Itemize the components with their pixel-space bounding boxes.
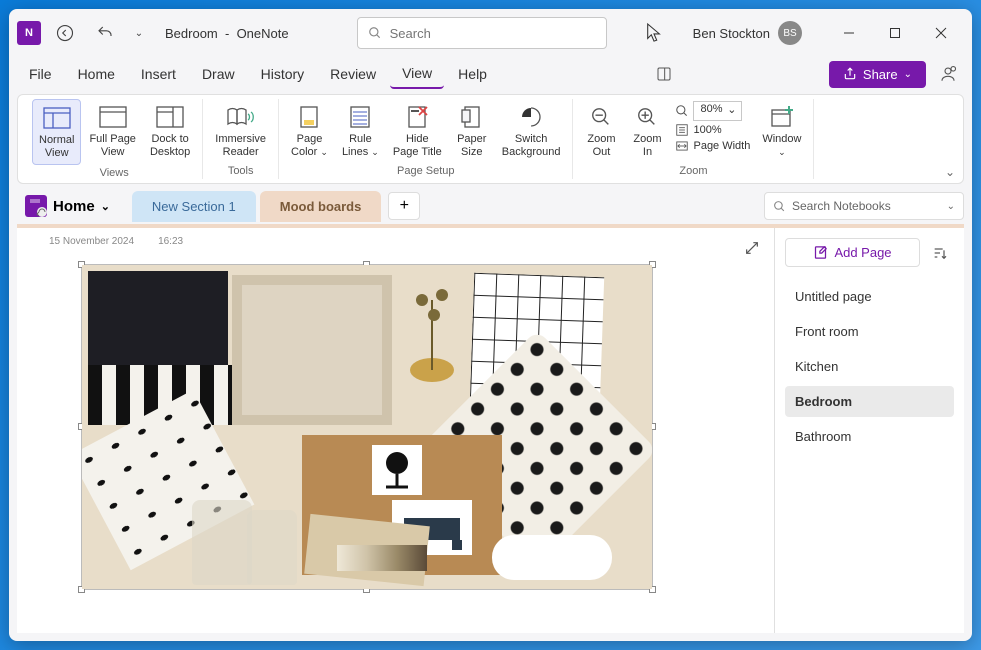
menu-file[interactable]: File [17,60,64,88]
app-window: N ⌄ Bedroom - OneNote Ben Stockton BS [9,9,972,641]
ribbon-group-views: Normal View Full Page View Dock to Deskt… [26,99,203,179]
undo-icon [96,24,114,42]
ribbon-group-page-setup: Page Color ⌄ Rule Lines ⌄ Hide Page Titl… [279,99,573,179]
paper-size-button[interactable]: Paper Size [450,99,494,163]
normal-view-icon [41,104,73,132]
page-meta: 15 November 2024 16:23 [49,236,750,247]
menu-home[interactable]: Home [66,60,127,88]
moodboard-image [82,265,652,589]
window-controls [826,17,964,49]
back-arrow-icon [56,24,74,42]
menubar: File Home Insert Draw History Review Vie… [9,57,972,91]
add-page-icon [813,245,828,260]
user-area[interactable]: Ben Stockton BS [693,21,802,45]
page-list-panel: Add Page Untitled page Front room Kitche… [774,228,964,633]
page-item-bathroom[interactable]: Bathroom [785,421,954,452]
paper-size-icon [456,103,488,131]
tab-mood-boards[interactable]: Mood boards [260,191,382,222]
content-area: 15 November 2024 16:23 [17,228,964,633]
zoom-100-button[interactable]: 100% [675,123,750,137]
page-item-front-room[interactable]: Front room [785,316,954,347]
page-color-button[interactable]: Page Color ⌄ [285,99,334,163]
zoom-extra: 80% 100% Page Width [671,99,754,163]
page-date: 15 November 2024 [49,236,134,247]
page-item-kitchen[interactable]: Kitchen [785,351,954,382]
share-button[interactable]: Share ⌄ [829,61,926,88]
normal-view-button[interactable]: Normal View [32,99,81,165]
close-button[interactable] [918,17,964,49]
expand-page-button[interactable] [744,240,760,256]
tab-new-section-1[interactable]: New Section 1 [132,191,256,222]
zoom-out-button[interactable]: Zoom Out [579,99,623,163]
new-window-icon [766,103,798,131]
add-section-button[interactable]: + [388,192,420,220]
dock-to-desktop-button[interactable]: Dock to Desktop [144,99,196,165]
page-canvas[interactable]: 15 November 2024 16:23 [17,228,774,633]
share-icon [843,67,857,81]
ribbon-collapse-button[interactable]: ⌄ [945,165,955,179]
notebook-icon [25,195,47,217]
feedback-button[interactable] [932,58,964,90]
hide-page-title-button[interactable]: Hide Page Title [387,99,448,163]
zoom-in-icon [631,103,663,131]
section-bar: Home ⌄ New Section 1 Mood boards + Searc… [9,184,972,224]
menu-view[interactable]: View [390,59,444,89]
zoom-in-button[interactable]: Zoom In [625,99,669,163]
add-page-button[interactable]: Add Page [785,238,920,267]
undo-button[interactable] [89,17,121,49]
menu-review[interactable]: Review [318,60,388,88]
full-page-view-button[interactable]: Full Page View [83,99,141,165]
back-button[interactable] [49,17,81,49]
ribbon: Normal View Full Page View Dock to Deskt… [17,94,964,184]
menu-help[interactable]: Help [446,60,499,88]
ribbon-group-tools: Immersive Reader Tools [203,99,279,179]
search-notebooks[interactable]: Search Notebooks ⌄ [764,192,964,220]
onenote-app-icon: N [17,21,41,45]
page-item-untitled[interactable]: Untitled page [785,281,954,312]
full-page-view-icon [97,103,129,131]
user-name: Ben Stockton [693,26,770,41]
window-button[interactable]: Window⌄ [756,99,807,163]
zoom-out-icon [585,103,617,131]
inserted-image[interactable] [81,264,653,590]
qat-customize-button[interactable]: ⌄ [129,17,149,49]
notebook-dropdown[interactable]: Home ⌄ [17,191,118,221]
cursor-icon [645,22,663,44]
dock-icon [154,103,186,131]
sort-pages-button[interactable] [926,239,954,267]
minimize-button[interactable] [826,17,872,49]
search-icon [368,26,382,40]
zoom-percent-row[interactable]: 80% [675,101,750,121]
ribbon-group-zoom: Zoom Out Zoom In 80% 100% [573,99,814,179]
hide-title-icon [401,103,433,131]
titlebar: N ⌄ Bedroom - OneNote Ben Stockton BS [9,9,972,57]
page-time: 16:23 [158,236,183,247]
menu-draw[interactable]: Draw [190,60,247,88]
switch-background-button[interactable]: Switch Background [496,99,567,163]
maximize-button[interactable] [872,17,918,49]
app-window-mode-button[interactable] [648,58,680,90]
search-box[interactable] [357,17,607,49]
avatar: BS [778,21,802,45]
page-width-button[interactable]: Page Width [675,139,750,153]
page-color-icon [293,103,325,131]
immersive-reader-button[interactable]: Immersive Reader [209,99,272,163]
page-item-bedroom[interactable]: Bedroom [785,386,954,417]
menu-insert[interactable]: Insert [129,60,188,88]
window-title: Bedroom - OneNote [165,26,289,41]
menu-history[interactable]: History [249,60,317,88]
rule-lines-button[interactable]: Rule Lines ⌄ [336,99,385,163]
search-input[interactable] [390,26,596,41]
rule-lines-icon [344,103,376,131]
switch-bg-icon [515,103,547,131]
immersive-reader-icon [225,103,257,131]
